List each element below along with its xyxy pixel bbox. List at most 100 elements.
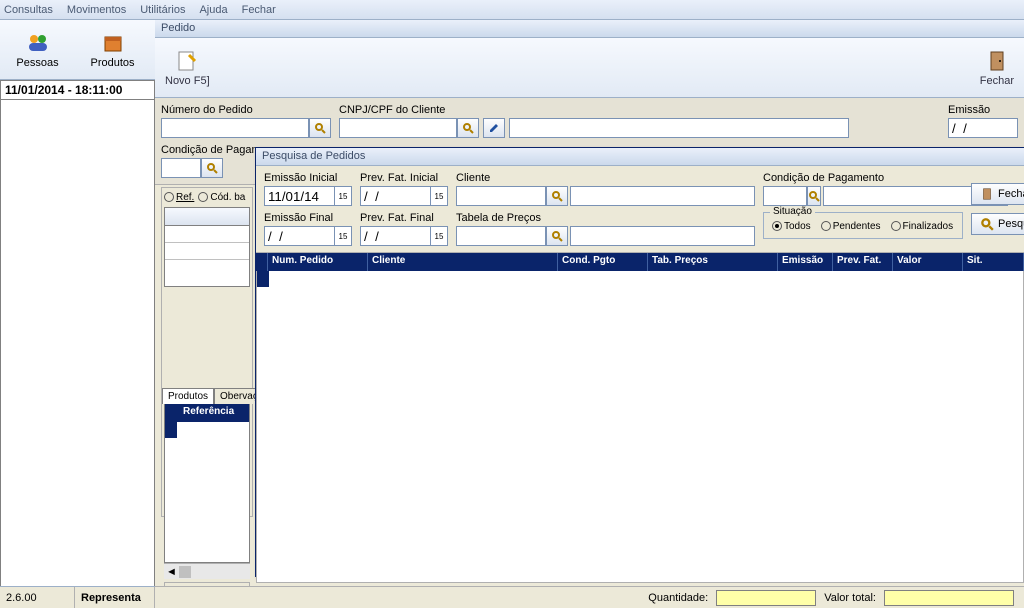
numero-search-button[interactable] [309,118,331,138]
cliente-name-display [509,118,849,138]
role-cell: Representa [75,587,155,608]
pesquisa-pedidos-dialog: Pesquisa de Pedidos Emissão Inicial 15 Em… [255,147,1024,577]
statusbar: 2.6.00 Representa [0,586,155,608]
col-cliente: Cliente [368,253,558,271]
emissao-input[interactable] [948,118,1018,138]
tabela-label: Tabela de Preços [456,212,755,224]
pessoas-button[interactable]: Pessoas [0,20,75,79]
total-label: Valor total: [824,592,876,604]
main-toolbar: Pessoas Produtos [0,20,155,80]
cond-label: Condição de Pagame [161,144,267,156]
prev-ini-input[interactable] [360,186,430,206]
emissao-fin-input[interactable] [264,226,334,246]
cnpj-input[interactable] [339,118,457,138]
fechar-button[interactable]: Fechar [980,49,1014,87]
people-icon [26,31,50,55]
tabela-name-input[interactable] [570,226,755,246]
calendar-icon[interactable]: 15 [334,186,352,206]
menu-consultas[interactable]: Consultas [4,4,53,16]
calendar-icon[interactable]: 15 [430,186,448,206]
tabela-search-button[interactable] [546,226,568,246]
pesquisar-label: Pesquisar [998,218,1024,230]
edit-icon [488,122,500,134]
cliente-label: Cliente [456,172,755,184]
produtos-button[interactable]: Produtos [75,20,150,79]
mini-grid[interactable] [164,207,250,287]
pane-title: Pedido [155,20,1024,38]
finalizados-radio[interactable]: Finalizados [891,221,954,232]
box-icon [101,31,125,55]
novo-button[interactable]: Novo F5] [165,49,210,87]
h-scrollbar[interactable]: ◄ [164,563,250,579]
scroll-left-icon: ◄ [166,566,177,578]
ref-radio-label: Ref. [176,192,194,203]
datetime-display: 11/01/2014 - 18:11:00 [0,80,155,100]
search-icon [551,230,563,242]
col-valor: Valor [893,253,963,271]
tabela-code-input[interactable] [456,226,546,246]
col-num: Num. Pedido [268,253,368,271]
search-icon [206,162,218,174]
cond-code-input[interactable] [763,186,807,206]
menu-fechar[interactable]: Fechar [242,4,276,16]
calendar-icon[interactable]: 15 [430,226,448,246]
cnpj-search-button[interactable] [457,118,479,138]
results-grid[interactable]: Num. Pedido Cliente Cond. Pgto Tab. Preç… [256,253,1024,583]
new-icon [175,49,199,73]
col-sit: Sit. [963,253,1024,271]
menu-utilitarios[interactable]: Utilitários [140,4,185,16]
cliente-code-input[interactable] [456,186,546,206]
calendar-icon[interactable]: 15 [334,226,352,246]
situacao-group: Situação Todos Pendentes Finalizados [763,212,963,239]
cod-radio[interactable]: Cód. ba [198,192,245,203]
door-icon [980,187,994,201]
quantidade-value [716,590,816,606]
cliente-search-button[interactable] [546,186,568,206]
col-prev: Prev. Fat. [833,253,893,271]
menu-ajuda[interactable]: Ajuda [199,4,227,16]
col-tab: Tab. Preços [648,253,778,271]
menubar: Consultas Movimentos Utilitários Ajuda F… [0,0,1024,20]
numero-input[interactable] [161,118,309,138]
col-cond: Cond. Pgto [558,253,648,271]
cliente-name-input[interactable] [570,186,755,206]
cnpj-edit-button[interactable] [483,118,505,138]
left-panel [0,100,155,608]
prev-ini-label: Prev. Fat. Inicial [360,172,448,184]
pessoas-label: Pessoas [16,57,58,69]
emissao-ini-input[interactable] [264,186,334,206]
prev-fin-label: Prev. Fat. Final [360,212,448,224]
menu-movimentos[interactable]: Movimentos [67,4,126,16]
todos-label: Todos [784,221,811,232]
fechar-label: Fechar [980,75,1014,87]
emissao-ini-label: Emissão Inicial [264,172,352,184]
items-frame: Ref. Cód. ba Produtos Obervaçã Referênci… [161,187,253,517]
dialog-title: Pesquisa de Pedidos [256,148,1024,166]
cond-search-button[interactable] [201,158,223,178]
body-lower: Ref. Cód. ba Produtos Obervaçã Referênci… [155,185,1024,608]
finalizados-label: Finalizados [903,221,954,232]
search-icon [314,122,326,134]
cond-filter-label: Condição de Pagamento [763,172,963,184]
situacao-legend: Situação [770,206,815,217]
search-icon [980,217,994,231]
cod-radio-label: Cód. ba [210,192,245,203]
prev-fin-input[interactable] [360,226,430,246]
ref-radio[interactable]: Ref. [164,192,194,203]
emissao-label: Emissão [948,104,1018,116]
todos-radio[interactable]: Todos [772,221,811,232]
search-icon [551,190,563,202]
produtos-list[interactable]: Referência [164,403,250,563]
col-emi: Emissão [778,253,833,271]
search-icon [808,190,820,202]
novo-label: Novo F5] [165,75,210,87]
pendentes-label: Pendentes [833,221,881,232]
footer-bar: Quantidade: Valor total: [155,586,1024,608]
cond-search-button[interactable] [807,186,821,206]
dialog-fechar-button[interactable]: Fechar [971,183,1024,205]
pendentes-radio[interactable]: Pendentes [821,221,881,232]
tab-produtos[interactable]: Produtos [162,388,214,404]
pesquisar-button[interactable]: Pesquisar [971,213,1024,235]
cnpj-label: CNPJ/CPF do Cliente [339,104,849,116]
cond-input[interactable] [161,158,201,178]
